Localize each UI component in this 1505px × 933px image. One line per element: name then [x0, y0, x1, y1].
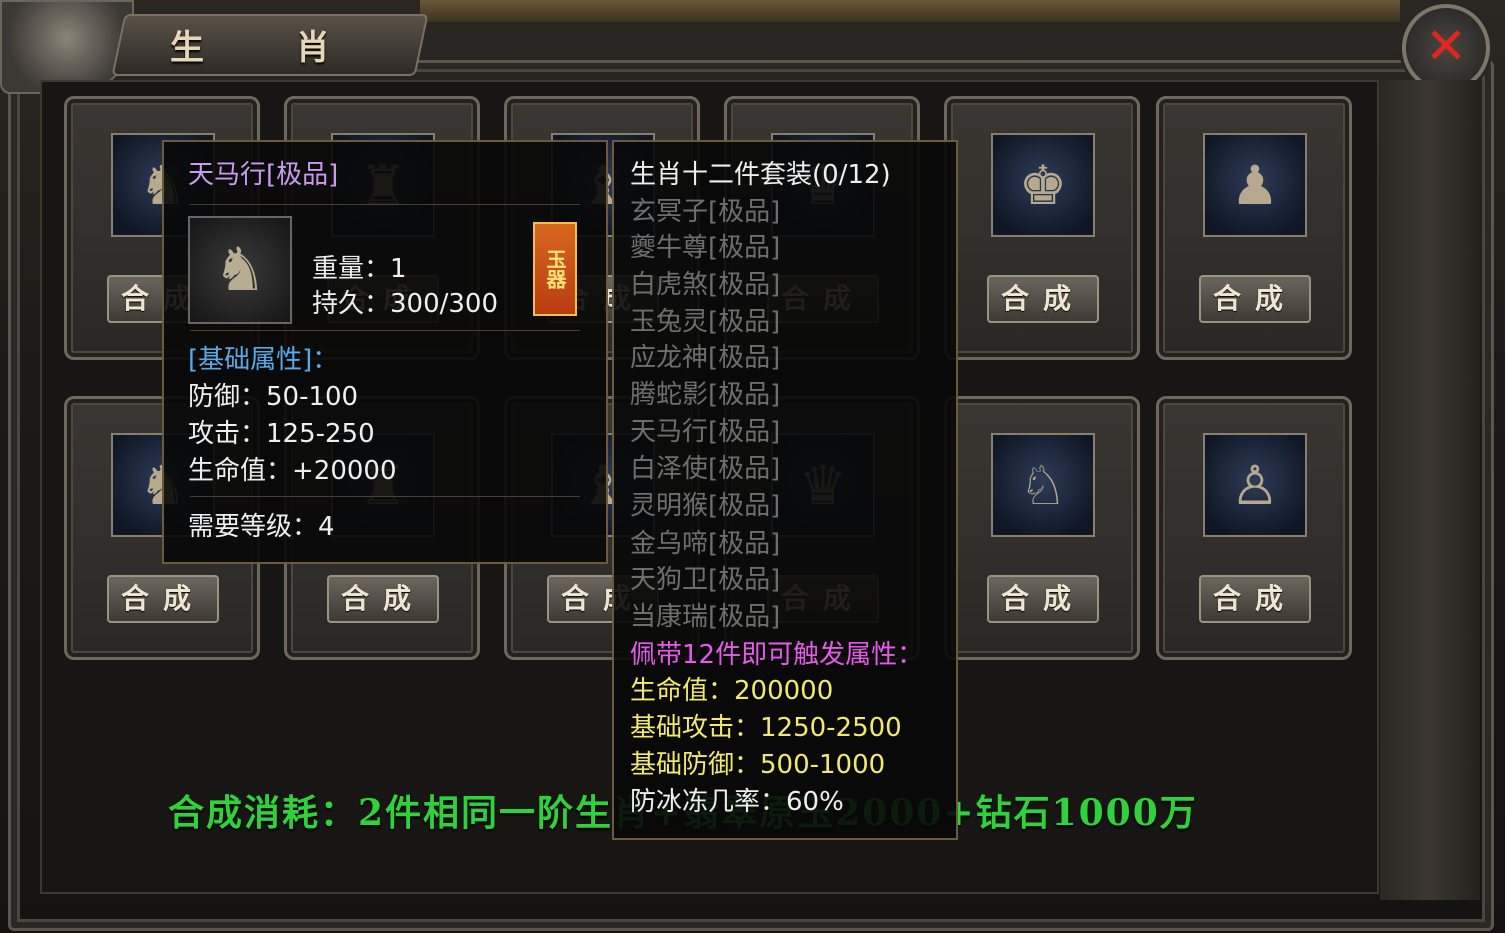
right-rail-ornament	[1380, 80, 1480, 900]
set-piece: 应龙神[极品]	[630, 343, 781, 373]
set-piece: 白虎煞[极品]	[630, 270, 781, 300]
synthesize-button[interactable]: 合成	[1199, 275, 1311, 323]
set-piece: 天马行[极品]	[630, 417, 781, 447]
set-piece: 玄冥子[极品]	[630, 197, 781, 227]
tooltip-divider	[190, 204, 580, 205]
tooltip-divider	[190, 330, 580, 331]
zodiac-slot: ♙ 合成	[1156, 396, 1352, 660]
set-bonus-attack: 基础攻击：1250-2500	[630, 713, 902, 743]
tooltip-divider	[190, 496, 580, 497]
zodiac-slot: ♚ 合成	[944, 96, 1140, 360]
item-weight: 重量：1	[312, 254, 407, 284]
synthesize-button[interactable]: 合成	[1199, 575, 1311, 623]
window-title: 生 肖	[170, 28, 370, 68]
item-attack: 攻击：125-250	[188, 419, 375, 449]
level-requirement: 需要等级：4	[188, 512, 335, 542]
item-defense: 防御：50-100	[188, 382, 359, 412]
synthesize-button[interactable]: 合成	[987, 275, 1099, 323]
synthesize-button[interactable]: 合成	[987, 575, 1099, 623]
dragon-figure-icon[interactable]: ♚	[991, 133, 1095, 237]
synthesize-button[interactable]: 合成	[327, 575, 439, 623]
item-durability: 持久：300/300	[312, 289, 499, 319]
zodiac-window: 生 肖 ✕ ♞ 合成 ♜ 合成 ♝ 合成 ♛ 合成 ♚ 合成 ♟ 合成 ♞ 合成…	[0, 0, 1505, 933]
close-icon[interactable]: ✕	[1406, 8, 1486, 88]
set-piece: 腾蛇影[极品]	[630, 380, 781, 410]
pig-figure-icon[interactable]: ♙	[1203, 433, 1307, 537]
set-bonus-freeze-resist: 防冰冻几率：60%	[630, 787, 844, 817]
set-title: 生肖十二件套装(0/12)	[630, 160, 891, 190]
horse-statue-icon: ♞	[188, 216, 292, 324]
synthesize-button[interactable]: 合成	[107, 575, 219, 623]
base-attributes-header: [基础属性]：	[188, 345, 339, 375]
dog-figure-icon[interactable]: ♘	[991, 433, 1095, 537]
set-bonus-defense: 基础防御：500-1000	[630, 750, 886, 780]
set-piece: 当康瑞[极品]	[630, 602, 781, 632]
set-piece: 玉兔灵[极品]	[630, 307, 781, 337]
close-button[interactable]: ✕	[1402, 4, 1490, 92]
zodiac-slot: ♘ 合成	[944, 396, 1140, 660]
set-trigger-header: 佩带12件即可触发属性：	[630, 640, 924, 670]
item-hp: 生命值：+20000	[188, 456, 397, 486]
item-name: 天马行[极品]	[188, 160, 339, 190]
scene-strip	[420, 0, 1400, 22]
set-piece: 金乌啼[极品]	[630, 529, 781, 559]
jade-badge: 玉器	[533, 222, 577, 316]
set-piece: 灵明猴[极品]	[630, 491, 781, 521]
zodiac-slot: ♟ 合成	[1156, 96, 1352, 360]
set-piece: 白泽使[极品]	[630, 454, 781, 484]
set-bonus-hp: 生命值：200000	[630, 676, 834, 706]
set-piece: 天狗卫[极品]	[630, 565, 781, 595]
set-piece: 夔牛尊[极品]	[630, 233, 781, 263]
snake-figure-icon[interactable]: ♟	[1203, 133, 1307, 237]
